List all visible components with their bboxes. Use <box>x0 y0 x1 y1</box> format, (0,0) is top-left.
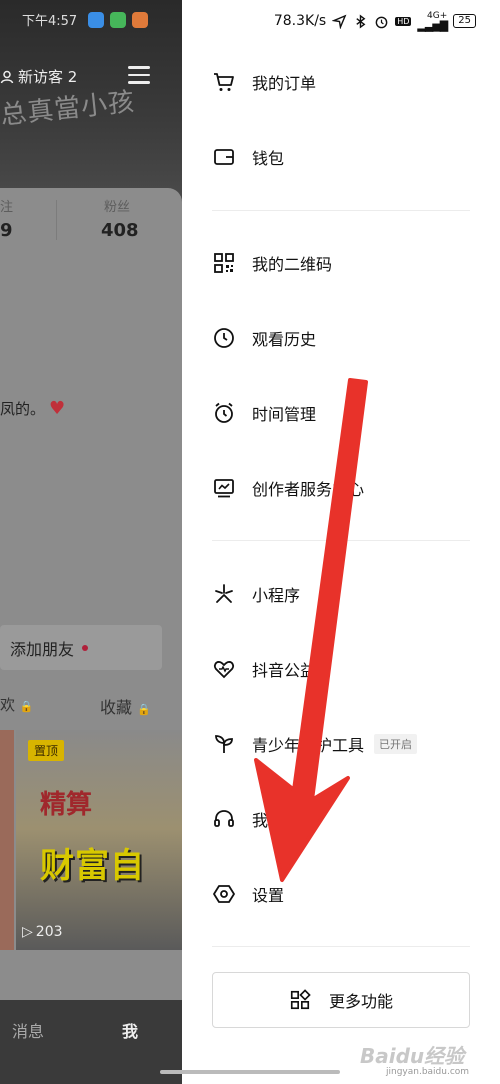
pinned-badge: 置顶 <box>28 740 65 761</box>
menu-item-label: 我的客服 <box>252 811 317 830</box>
alarm-status-icon <box>375 16 388 28</box>
menu-divider <box>212 540 470 541</box>
tab-favorites[interactable]: 收藏 🔒 <box>100 694 151 718</box>
lock-icon: 🔒 <box>137 703 151 716</box>
thumbnail-caption: 财富自 <box>40 846 145 886</box>
status-bar: 78.3K/s HD 4G+ ▂▃▅▇ 25 <box>273 11 476 32</box>
creator-icon <box>214 479 234 498</box>
person-icon <box>0 70 14 83</box>
menu-item-label: 时间管理 <box>252 405 317 424</box>
more-features-button[interactable]: 更多功能 <box>212 972 470 1028</box>
tab-likes[interactable]: 欢 🔒 <box>0 694 34 715</box>
lock-icon: 🔒 <box>19 700 34 713</box>
heart-icon: ♥ <box>49 398 66 419</box>
profile-page-dimmed: 总真當小孩 下午4:57 新访客 2 注 9 粉丝 408 凤的。 ♥ 添加朋友… <box>0 0 182 1084</box>
view-count-value: 203 <box>35 924 63 940</box>
wallet-icon <box>214 149 234 165</box>
menu-item-label: 抖音公益 <box>252 661 317 680</box>
grid-icon <box>290 989 311 1010</box>
app-notification-icon <box>110 12 126 28</box>
status-time: 下午4:57 <box>22 14 78 29</box>
menu-item-label: 青少年守护工具 <box>252 736 365 755</box>
nav-me[interactable]: 我 <box>122 1018 138 1042</box>
menu-item-charity[interactable]: 抖音公益 <box>212 649 316 689</box>
menu-item-creator-center[interactable]: 创作者服务中心 <box>212 468 364 508</box>
menu-item-teen-protection[interactable]: 青少年守护工具 已开启 <box>212 724 418 764</box>
more-features-label: 更多功能 <box>328 992 393 1011</box>
menu-divider <box>212 210 470 211</box>
stat-divider <box>56 200 57 240</box>
menu-item-label: 观看历史 <box>252 330 317 349</box>
sprout-icon <box>215 735 233 753</box>
menu-item-label: 钱包 <box>252 149 285 168</box>
add-friend-button[interactable]: 添加朋友 <box>0 625 162 670</box>
menu-item-customer-service[interactable]: 我的客服 <box>212 799 316 839</box>
cart-icon <box>214 73 234 91</box>
menu-item-label: 小程序 <box>252 586 301 605</box>
bottom-navigation <box>0 1000 182 1084</box>
baidu-watermark-url: jingyan.baidu.com <box>386 1067 470 1077</box>
menu-item-time-management[interactable]: 时间管理 <box>212 393 316 433</box>
add-friend-label: 添加朋友 <box>10 639 75 659</box>
location-arrow-icon <box>332 14 347 29</box>
baidu-watermark-logo: Baidu经验 <box>360 1044 465 1068</box>
menu-item-label: 创作者服务中心 <box>252 480 365 499</box>
home-indicator[interactable] <box>160 1070 340 1074</box>
charity-icon <box>214 661 234 679</box>
signal-strength-icon: 4G+ ▂▃▅▇ <box>417 11 448 32</box>
menu-item-mini-programs[interactable]: 小程序 <box>212 574 300 614</box>
menu-item-label: 我的订单 <box>252 74 317 93</box>
thumbnail-caption-top: 精算 <box>40 790 93 820</box>
new-visitors-button[interactable]: 新访客 2 <box>0 66 77 87</box>
hd-icon: HD <box>395 16 412 26</box>
clock-icon <box>214 328 234 348</box>
bluetooth-icon <box>356 13 366 29</box>
nav-messages[interactable]: 消息 <box>12 1018 44 1042</box>
tab-favorites-label: 收藏 <box>100 698 133 717</box>
menu-item-my-orders[interactable]: 我的订单 <box>212 62 316 102</box>
battery-icon: 25 <box>453 14 476 28</box>
alarm-icon <box>215 402 233 423</box>
menu-item-my-qrcode[interactable]: 我的二维码 <box>212 243 332 283</box>
app-notification-icon <box>88 12 104 28</box>
play-icon: ▷ <box>22 924 33 940</box>
menu-item-label: 设置 <box>252 886 285 905</box>
qrcode-icon <box>214 253 234 273</box>
video-thumbnail[interactable] <box>0 730 14 950</box>
menu-item-settings[interactable]: 设置 <box>212 874 284 914</box>
headset-icon <box>214 810 234 827</box>
profile-bio: 凤的。 ♥ <box>0 398 65 419</box>
bio-text: 凤的。 <box>0 400 46 418</box>
stat-value-followers[interactable]: 408 <box>101 220 139 241</box>
menu-divider <box>212 946 470 947</box>
hamburger-menu-icon[interactable] <box>128 66 150 84</box>
notification-icons <box>88 12 148 28</box>
red-dot-icon <box>82 644 89 651</box>
menu-item-label: 我的二维码 <box>252 255 333 274</box>
app-notification-icon <box>132 12 148 28</box>
view-count: ▷ 203 <box>22 924 63 940</box>
stat-label-followers: 粉丝 <box>104 200 131 215</box>
new-visitors-label: 新访客 2 <box>18 68 78 86</box>
tab-likes-label: 欢 <box>0 696 16 714</box>
stat-value-following[interactable]: 9 <box>0 220 13 241</box>
side-drawer: 78.3K/s HD 4G+ ▂▃▅▇ 25 我的订单 钱包 我的二维码 观看历… <box>182 0 500 1084</box>
stat-label-following: 注 <box>0 200 14 215</box>
enabled-badge: 已开启 <box>374 734 418 754</box>
miniapp-icon <box>215 584 233 603</box>
settings-icon <box>213 885 235 903</box>
network-speed: 78.3K/s <box>273 13 327 29</box>
menu-item-wallet[interactable]: 钱包 <box>212 137 284 177</box>
menu-item-watch-history[interactable]: 观看历史 <box>212 318 316 358</box>
